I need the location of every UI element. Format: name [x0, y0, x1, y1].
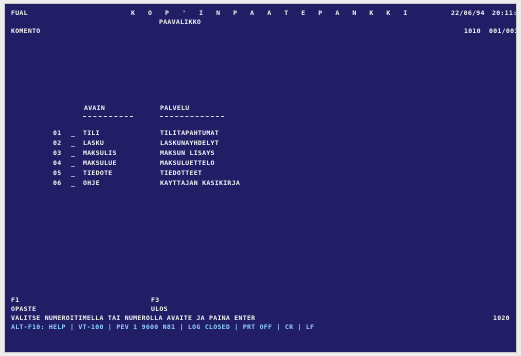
function-key-action: ULOS	[151, 305, 168, 313]
menu-item-key: LASKU	[83, 139, 105, 147]
session-id: 1010	[464, 27, 481, 35]
input-marker[interactable]: _	[71, 159, 75, 167]
menu-item-number: 05	[53, 169, 62, 177]
emulator-status-bar: ALT-F10: HELP | VT-100 | PEV 1 9600 N81 …	[11, 323, 315, 331]
menu-item-key: MAKSULIS	[83, 149, 117, 157]
header-underline-service	[160, 116, 224, 117]
time: 20:11:23	[492, 9, 517, 17]
input-marker[interactable]: _	[71, 169, 75, 177]
header-underline-key	[83, 116, 133, 117]
instruction-message: VALITSE NUMEROITIMELLA TAI NUMEROLLA AVA…	[11, 314, 256, 322]
function-key-label: F1	[11, 296, 20, 304]
menu-item-number: 03	[53, 149, 62, 157]
menu-item-service: MAKSUN LISAYS	[160, 149, 215, 157]
input-marker[interactable]: _	[71, 179, 75, 187]
command-label: KOMENTO	[11, 27, 41, 35]
bank-title: K O P ' I N P A A T E P A N K K I	[131, 9, 412, 17]
menu-item-key: TIEDOTE	[83, 169, 113, 177]
date: 22/06/94	[451, 9, 485, 17]
menu-item-service: TIEDOTTEET	[160, 169, 203, 177]
menu-item-key: TILI	[83, 129, 100, 137]
menu-item-number: 06	[53, 179, 62, 187]
input-marker[interactable]: _	[71, 149, 75, 157]
menu-item-number: 02	[53, 139, 62, 147]
column-header-key: AVAIN	[84, 104, 106, 112]
column-header-service: PALVELU	[160, 104, 190, 112]
menu-item-number: 01	[53, 129, 62, 137]
menu-item-service: LASKUNAYHDELYT	[160, 139, 219, 147]
menu-item-service: TILITAPAHTUMAT	[160, 129, 219, 137]
system-code: FUAL	[11, 9, 28, 17]
menu-item-key: OHJE	[83, 179, 100, 187]
input-marker[interactable]: _	[71, 129, 75, 137]
terminal-screen: FUAL K O P ' I N P A A T E P A N K K I 2…	[4, 3, 517, 353]
menu-item-key: MAKSULUE	[83, 159, 117, 167]
menu-subtitle: PAAVALIKKO	[159, 18, 202, 26]
input-marker[interactable]: _	[71, 139, 75, 147]
function-key-label: F3	[151, 296, 160, 304]
menu-item-number: 04	[53, 159, 62, 167]
message-code: 1020	[493, 314, 510, 322]
page-indicator: 001/001	[489, 27, 517, 35]
function-key-action: OPASTE	[11, 305, 37, 313]
menu-item-service: MAKSULUETTELO	[160, 159, 215, 167]
menu-item-service: KAYTTAJAN KASIKIRJA	[160, 179, 241, 187]
